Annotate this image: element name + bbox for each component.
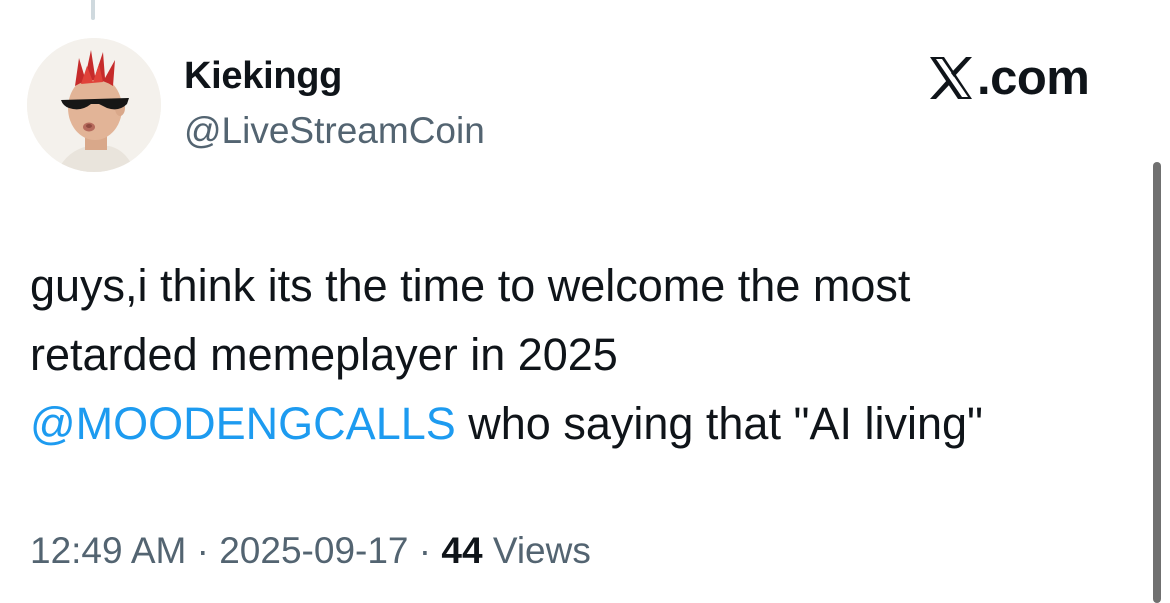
tweet-line-1: guys,i think its the time to welcome the… [30, 260, 911, 311]
x-logo-icon [930, 57, 972, 99]
thread-connector-line [91, 0, 95, 20]
tweet-date[interactable]: 2025-09-17 [219, 530, 408, 571]
meta-separator: · [408, 530, 442, 571]
mention-link[interactable]: @MOODENGCALLS [30, 398, 456, 449]
brand-domain-text: .com [977, 51, 1090, 105]
scrollbar[interactable] [1153, 162, 1161, 603]
x-com-brand: .com [927, 51, 1090, 105]
meta-separator: · [186, 530, 220, 571]
views-label: Views [482, 530, 591, 571]
views-count[interactable]: 44 [441, 530, 482, 571]
author-display-name[interactable]: Kiekingg [184, 55, 342, 98]
tweet-text: guys,i think its the time to welcome the… [30, 251, 1130, 458]
tweet-metadata: 12:49 AM · 2025-09-17 · 44 Views [30, 530, 591, 572]
tweet-time[interactable]: 12:49 AM [30, 530, 186, 571]
author-handle[interactable]: @LiveStreamCoin [184, 110, 485, 152]
avatar[interactable] [27, 38, 161, 172]
avatar-image [27, 38, 161, 172]
tweet-line-2: retarded memeplayer in 2025 [30, 329, 618, 380]
tweet-line-3: @MOODENGCALLS who saying that "AI living… [30, 389, 1130, 458]
tweet-line-3-text: who saying that "AI living" [455, 398, 983, 449]
